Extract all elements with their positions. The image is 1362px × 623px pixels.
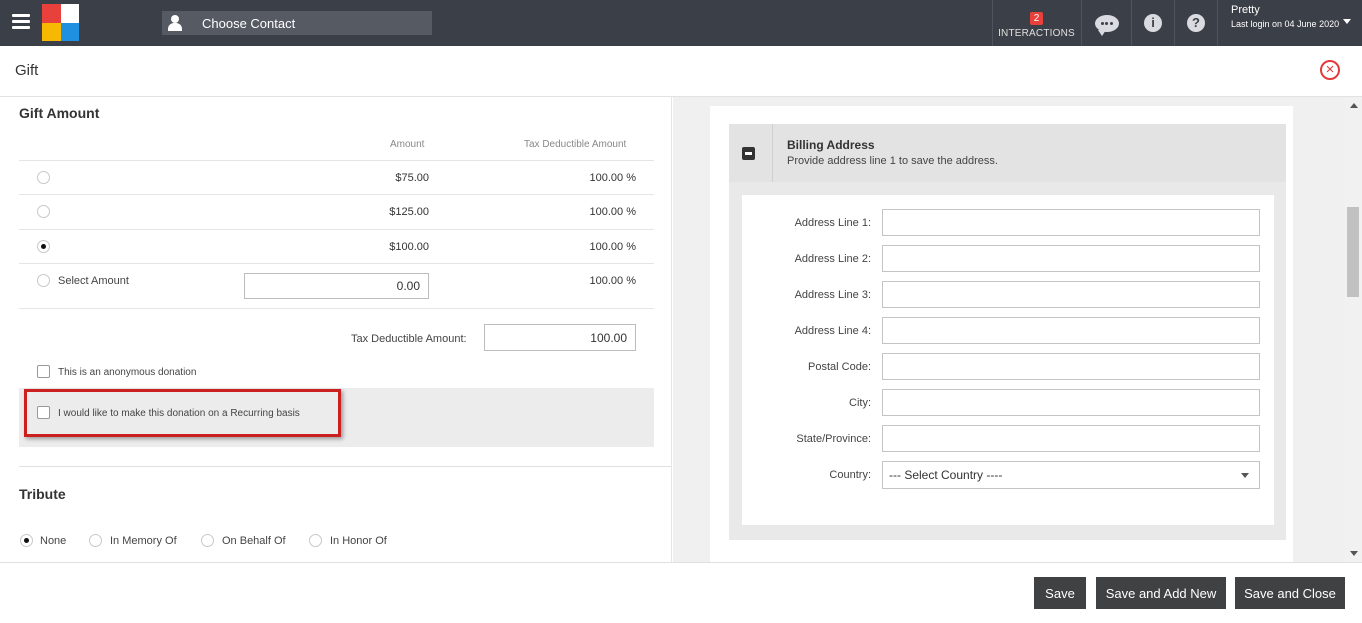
chevron-down-icon [1241, 473, 1249, 478]
last-login: Last login on 04 June 2020 [1231, 19, 1340, 29]
choose-contact-label: Choose Contact [202, 15, 296, 31]
billing-title: Billing Address [787, 138, 875, 152]
choose-contact-field[interactable]: Choose Contact [162, 11, 432, 35]
scrollbar-thumb[interactable] [1347, 207, 1359, 297]
city-label: City: [849, 397, 871, 409]
anonymous-label: This is an anonymous donation [58, 367, 197, 378]
amount-option-radio[interactable] [37, 171, 50, 184]
city-input[interactable] [882, 389, 1260, 416]
address-line-4-input[interactable] [882, 317, 1260, 344]
scroll-down-icon[interactable] [1350, 551, 1358, 556]
top-bar: Choose Contact 2 INTERACTIONS i ? Pretty… [0, 0, 1362, 46]
billing-subtitle: Provide address line 1 to save the addre… [787, 155, 998, 167]
address-line-1-label: Address Line 1: [794, 217, 871, 229]
gift-form-pane: Gift Amount Amount Tax Deductible Amount… [0, 97, 672, 562]
save-and-close-button[interactable]: Save and Close [1235, 577, 1345, 609]
minus-icon [742, 147, 755, 160]
info-button[interactable]: i [1131, 0, 1174, 46]
app-logo[interactable] [42, 4, 79, 41]
anonymous-checkbox[interactable] [37, 365, 50, 378]
chevron-down-icon [1343, 19, 1351, 24]
tax-value: 100.00 % [589, 172, 636, 184]
tribute-behalf-radio[interactable] [201, 534, 214, 547]
tribute-option-label: In Memory Of [110, 535, 177, 547]
user-menu[interactable]: Pretty Last login on 04 June 2020 [1217, 0, 1362, 46]
amount-value: $100.00 [389, 241, 429, 253]
help-icon: ? [1187, 14, 1205, 32]
address-line-3-input[interactable] [882, 281, 1260, 308]
select-amount-label: Select Amount [58, 275, 129, 287]
vertical-scrollbar[interactable] [1345, 97, 1362, 562]
user-name: Pretty [1231, 4, 1260, 16]
amount-option-radio-selected[interactable] [37, 240, 50, 253]
address-line-2-label: Address Line 2: [794, 253, 871, 265]
billing-body: Address Line 1: Address Line 2: Address … [729, 182, 1286, 540]
amount-value: $75.00 [395, 172, 429, 184]
interactions-button[interactable]: 2 INTERACTIONS [992, 0, 1080, 46]
tribute-honor-radio[interactable] [309, 534, 322, 547]
tax-deductible-label: Tax Deductible Amount: [351, 333, 467, 345]
tax-value: 100.00 % [589, 206, 636, 218]
tax-value: 100.00 % [589, 275, 636, 287]
postal-code-input[interactable] [882, 353, 1260, 380]
postal-code-label: Postal Code: [808, 361, 871, 373]
scroll-up-icon[interactable] [1350, 103, 1358, 108]
country-select[interactable]: --- Select Country ---- [882, 461, 1260, 489]
interactions-badge: 2 [1029, 11, 1044, 25]
gift-amount-title: Gift Amount [19, 105, 100, 121]
tribute-option-label: None [40, 535, 67, 547]
billing-form: Address Line 1: Address Line 2: Address … [742, 195, 1274, 525]
tax-deductible-input[interactable]: 100.00 [484, 324, 636, 351]
tribute-option-label: In Honor Of [330, 535, 387, 547]
country-select-value: --- Select Country ---- [889, 468, 1003, 482]
interactions-label: INTERACTIONS [998, 27, 1075, 39]
tribute-option-label: On Behalf Of [222, 535, 286, 547]
recurring-highlight-box [24, 389, 341, 437]
select-amount-radio[interactable] [37, 274, 50, 287]
select-amount-input[interactable]: 0.00 [244, 273, 429, 299]
save-and-add-new-button[interactable]: Save and Add New [1096, 577, 1226, 609]
tribute-title: Tribute [19, 486, 66, 502]
amount-column-header: Amount [390, 139, 425, 150]
tax-value: 100.00 % [589, 241, 636, 253]
chat-icon [1094, 14, 1119, 36]
help-button[interactable]: ? [1174, 0, 1217, 46]
info-icon: i [1144, 14, 1162, 32]
tribute-memory-radio[interactable] [89, 534, 102, 547]
billing-pane: Billing Address Provide address line 1 t… [673, 97, 1362, 562]
country-label: Country: [829, 469, 871, 481]
menu-icon[interactable] [12, 14, 30, 30]
tax-column-header: Tax Deductible Amount [524, 139, 627, 150]
save-button[interactable]: Save [1034, 577, 1086, 609]
billing-header: Billing Address Provide address line 1 t… [729, 124, 1286, 182]
address-line-3-label: Address Line 3: [794, 289, 871, 301]
state-province-label: State/Province: [796, 433, 871, 445]
tribute-none-radio[interactable] [20, 534, 33, 547]
billing-card: Billing Address Provide address line 1 t… [710, 106, 1293, 562]
address-line-2-input[interactable] [882, 245, 1260, 272]
close-icon[interactable]: × [1320, 60, 1340, 80]
page-header: Gift [0, 46, 1362, 97]
amount-value: $125.00 [389, 206, 429, 218]
amount-option-radio[interactable] [37, 205, 50, 218]
collapse-toggle[interactable] [729, 124, 773, 182]
page-title: Gift [15, 62, 39, 79]
address-line-1-input[interactable] [882, 209, 1260, 236]
state-province-input[interactable] [882, 425, 1260, 452]
footer-bar: Save Save and Add New Save and Close [0, 562, 1362, 623]
address-line-4-label: Address Line 4: [794, 325, 871, 337]
chat-button[interactable] [1081, 0, 1131, 46]
person-icon [162, 11, 188, 35]
